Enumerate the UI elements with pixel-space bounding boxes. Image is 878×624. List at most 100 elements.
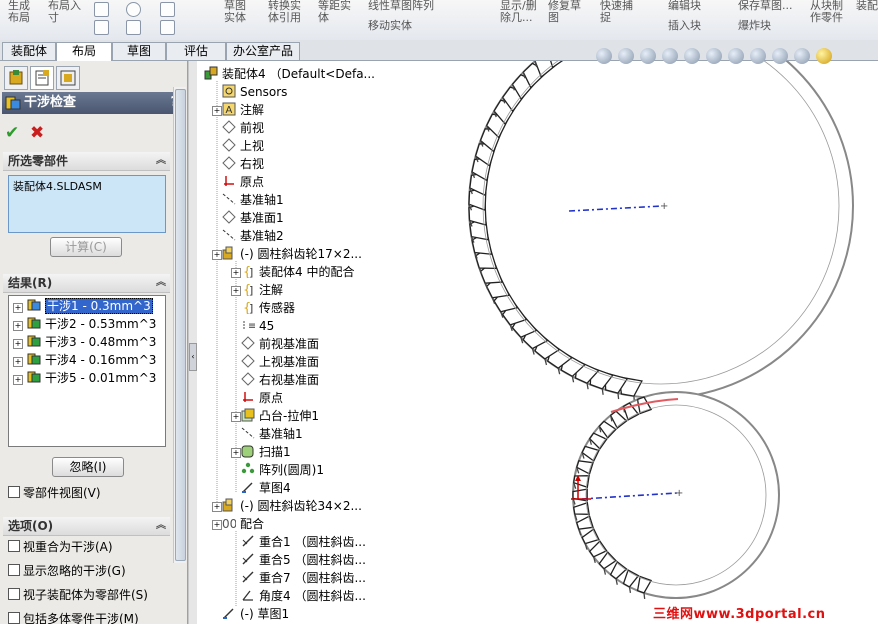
tab-sketch[interactable]: 草图 [112, 42, 166, 60]
previous-view-icon[interactable] [640, 48, 656, 64]
polygon-icon[interactable] [126, 20, 141, 35]
selected-item[interactable]: 装配体4.SLDASM [9, 176, 165, 196]
tree-item[interactable]: 扫描1 [241, 443, 291, 461]
tree-item[interactable]: 基准轴1 [222, 191, 284, 209]
checkbox-box[interactable] [8, 486, 20, 498]
expand-toggle-icon[interactable]: + [231, 448, 241, 458]
selected-components-header[interactable]: 所选零部件 ︽ [3, 152, 170, 171]
ribbon-btn-assembly[interactable]: 装配... [856, 0, 878, 12]
tree-item[interactable]: 上视 [222, 137, 264, 155]
tree-item[interactable]: 右视 [222, 155, 264, 173]
edit-appearance-icon[interactable] [750, 48, 766, 64]
ribbon-btn-repair[interactable]: 修复草 图 [548, 0, 581, 24]
checkbox-box[interactable] [8, 588, 20, 600]
rectangle-icon[interactable] [94, 20, 109, 35]
graphics-area[interactable]: + + [406, 61, 878, 624]
expand-toggle-icon[interactable]: + [212, 106, 222, 116]
circle-icon[interactable] [126, 2, 141, 17]
option-checkbox-multibody[interactable]: 包括多体零件干涉(M) [8, 611, 139, 624]
tree-item[interactable]: 凸台-拉伸1 [241, 407, 319, 425]
ribbon-btn-make-part[interactable]: 从块制 作零件 [810, 0, 843, 24]
list-item[interactable]: + 干涉2 - 0.53mm^3 [13, 315, 156, 333]
ribbon-btn-display-delete[interactable]: 显示/删 除几... [500, 0, 537, 24]
tree-item[interactable]: 草图4 [241, 479, 291, 497]
expand-toggle-icon[interactable]: + [212, 520, 222, 530]
ok-check-icon[interactable]: ✔ [5, 123, 19, 143]
ignore-button[interactable]: 忽略(I) [52, 457, 124, 477]
checkbox-box[interactable] [8, 612, 20, 624]
ribbon-btn-move[interactable]: 移动实体 [368, 20, 412, 32]
ribbon-btn-insert-block[interactable]: 插入块 [668, 20, 701, 32]
tree-item[interactable]: A 注解 [222, 101, 264, 119]
panel-scrollbar[interactable] [173, 87, 186, 563]
tree-item[interactable]: {] 装配体4 中的配合 [241, 263, 354, 281]
hide-show-items-icon[interactable] [728, 48, 744, 64]
arc-icon[interactable] [160, 2, 175, 17]
expand-toggle-icon[interactable]: + [212, 502, 222, 512]
tree-item[interactable]: 00 配合 [222, 515, 264, 533]
tree-item[interactable]: {] 注解 [241, 281, 283, 299]
ribbon-btn-save-sketch[interactable]: 保存草图... [738, 0, 793, 12]
tree-item[interactable]: 基准轴1 [241, 425, 303, 443]
tree-item[interactable]: Sensors [222, 83, 287, 101]
expand-toggle-icon[interactable]: + [212, 250, 222, 260]
ribbon-btn-3[interactable]: 转换实 体引用 [268, 0, 301, 24]
tree-item[interactable]: 角度4 （圆柱斜齿... [241, 587, 366, 605]
expand-toggle-icon[interactable]: + [231, 268, 241, 278]
option-checkbox-subassembly[interactable]: 视子装配体为零部件(S) [8, 587, 148, 603]
ribbon-btn-1[interactable]: 布局入 寸 [48, 0, 81, 24]
view-settings-icon[interactable] [794, 48, 810, 64]
ribbon-btn-explode-block[interactable]: 爆炸块 [738, 20, 771, 32]
section-view-icon[interactable] [662, 48, 678, 64]
tree-item[interactable]: 重合5 （圆柱斜齿... [241, 551, 366, 569]
tree-item[interactable]: 原点 [222, 173, 264, 191]
tree-item[interactable]: 基准面1 [222, 209, 284, 227]
ribbon-btn-0[interactable]: 生成 布局 [8, 0, 30, 24]
collapse-chevron-icon[interactable]: ︽ [156, 274, 166, 292]
collapse-chevron-icon[interactable]: ︽ [156, 517, 166, 535]
tree-item[interactable]: 原点 [241, 389, 283, 407]
option-checkbox-coincidence[interactable]: 视重合为干涉(A) [8, 539, 113, 555]
tree-item[interactable]: (-) 草图1 [222, 605, 289, 623]
options-header[interactable]: 选项(O) ︽ [3, 517, 170, 536]
zoom-to-area-icon[interactable] [618, 48, 634, 64]
large-helical-gear[interactable] [468, 61, 854, 403]
ribbon-btn-linear-pattern[interactable]: 线性草图阵列 [368, 0, 434, 12]
gear-model-view[interactable]: + + [406, 61, 878, 624]
tree-item[interactable]: {] 传感器 [241, 299, 295, 317]
list-item[interactable]: + 干涉3 - 0.48mm^3 [13, 333, 156, 351]
tree-item[interactable]: 前视基准面 [241, 335, 319, 353]
list-item[interactable]: + 干涉1 - 0.3mm^3 [13, 297, 153, 315]
list-item[interactable]: + 干涉4 - 0.16mm^3 [13, 351, 156, 369]
calculate-button[interactable]: 计算(C) [50, 237, 122, 257]
expand-toggle-icon[interactable]: + [231, 286, 241, 296]
tab-evaluate[interactable]: 评估 [166, 42, 226, 60]
ribbon-btn-2[interactable]: 草图 实体 [224, 0, 246, 24]
ribbon-btn-edit-block[interactable]: 编辑块 [668, 0, 701, 12]
expand-toggle-icon[interactable]: + [231, 412, 241, 422]
selected-components-list[interactable]: 装配体4.SLDASM [8, 175, 166, 233]
tree-item[interactable]: 前视 [222, 119, 264, 137]
line-icon[interactable] [94, 2, 109, 17]
feature-manager-tab[interactable] [4, 66, 28, 90]
tab-office-products[interactable]: 办公室产品 [226, 42, 300, 60]
tab-layout[interactable]: 布局 [56, 42, 112, 61]
checkbox-box[interactable] [8, 564, 20, 576]
results-header[interactable]: 结果(R) ︽ [3, 274, 170, 293]
view-orientation-icon[interactable] [684, 48, 700, 64]
tree-item[interactable]: 阵列(圆周)1 [241, 461, 324, 479]
cancel-x-icon[interactable]: ✖ [30, 123, 44, 143]
ribbon-btn-4[interactable]: 等距实 体 [318, 0, 351, 24]
tree-item[interactable]: ≡ 45 [241, 317, 274, 335]
spline-icon[interactable] [160, 20, 175, 35]
tree-item[interactable]: (-) 圆柱斜齿轮17×2... [222, 245, 362, 263]
tree-item[interactable]: 重合1 （圆柱斜齿... [241, 533, 366, 551]
component-view-checkbox[interactable]: 零部件视图(V) [8, 485, 101, 501]
tree-item[interactable]: 基准轴2 [222, 227, 284, 245]
realview-icon[interactable] [816, 48, 832, 64]
tree-root-assembly[interactable]: 装配体4 （Default<Defa... [204, 65, 375, 83]
tree-item[interactable]: 右视基准面 [241, 371, 319, 389]
ribbon-btn-quick-snap[interactable]: 快速捕 捉 [600, 0, 633, 24]
tab-assembly[interactable]: 装配体 [2, 42, 56, 60]
checkbox-box[interactable] [8, 540, 20, 552]
